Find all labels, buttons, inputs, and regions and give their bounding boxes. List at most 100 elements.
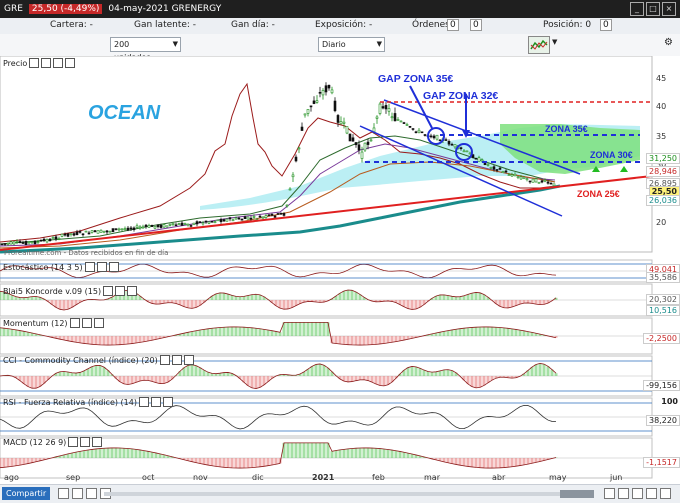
candle-body: [408, 125, 412, 128]
close-icon[interactable]: [162, 397, 173, 407]
close-icon[interactable]: [93, 318, 104, 328]
chevron-down-icon[interactable]: ▼: [552, 38, 557, 46]
settings-icon[interactable]: ⚙: [664, 37, 673, 48]
candle-body: [264, 215, 268, 218]
price-panel: 454035302520: [0, 56, 666, 254]
close-icon[interactable]: [183, 355, 194, 365]
maximize-icon[interactable]: □: [646, 2, 660, 16]
candle-body: [321, 90, 325, 96]
annotation-zona35: ZONA 35€: [545, 124, 588, 134]
candle-body: [141, 226, 145, 229]
candle-body: [273, 215, 277, 218]
candle-body: [375, 116, 379, 119]
close-icon[interactable]: [127, 286, 138, 296]
ordenes-count-a[interactable]: 0: [447, 19, 459, 31]
posicion-count-b[interactable]: 0: [600, 19, 612, 31]
candle-body: [444, 139, 448, 141]
settings-icon[interactable]: [646, 488, 657, 499]
panel-toggle-icon[interactable]: [80, 437, 91, 447]
candle-body: [51, 237, 55, 239]
panel-toggle-icon[interactable]: [81, 318, 92, 328]
close-icon[interactable]: [92, 437, 103, 447]
share-button[interactable]: Compartir: [2, 487, 51, 500]
candle-body: [75, 231, 79, 236]
indicator-title: Estocástico (14 3 5): [3, 262, 83, 272]
symbol-label[interactable]: GRE: [4, 4, 23, 14]
candle-body: [270, 214, 274, 216]
candle-body: [285, 204, 289, 207]
candle-body: [93, 230, 97, 233]
wrench-icon[interactable]: [138, 397, 149, 407]
candle-body: [249, 217, 253, 220]
candle-body: [309, 105, 313, 108]
candle-body: [117, 228, 121, 231]
bottom-bar: Compartir: [0, 484, 680, 503]
candle-body: [396, 119, 400, 121]
period-select[interactable]: Diario ▼: [318, 37, 385, 52]
wrench-icon[interactable]: [84, 262, 95, 272]
candle-body: [69, 233, 73, 235]
zoom-in-icon[interactable]: [618, 488, 629, 499]
candle-body: [60, 233, 64, 237]
candle-body: [423, 134, 427, 136]
candle-body: [477, 157, 481, 162]
chart-tool-icon[interactable]: [58, 488, 69, 499]
panel-toggle-icon[interactable]: [41, 58, 52, 68]
candle-body: [195, 221, 199, 225]
panel-toggle-icon[interactable]: [171, 355, 182, 365]
candle-body: [495, 169, 499, 171]
candle-body: [27, 241, 31, 244]
candle-body: [462, 150, 466, 153]
candle-body: [366, 141, 370, 145]
scrollbar-track[interactable]: [104, 492, 594, 496]
close-icon[interactable]: [108, 262, 119, 272]
wrench-icon[interactable]: [69, 318, 80, 328]
exposicion-label: Exposición: -: [315, 20, 373, 30]
candle-body: [393, 113, 397, 122]
candle-body: [339, 121, 343, 125]
indicator-title: Momentum (12): [3, 318, 68, 328]
candle-body: [87, 232, 91, 235]
chart-tool-icon[interactable]: [86, 488, 97, 499]
minimize-icon[interactable]: _: [630, 2, 644, 16]
candle-body: [108, 230, 112, 233]
candle-body: [390, 116, 394, 119]
panel-settings-icon[interactable]: [29, 58, 40, 68]
zoom-out-icon[interactable]: [604, 488, 615, 499]
panel-toggle-icon[interactable]: [96, 262, 107, 272]
candle-body: [405, 124, 409, 126]
candle-body: [162, 224, 166, 228]
candle-body: [216, 219, 220, 222]
fullscreen-icon[interactable]: [660, 488, 671, 499]
candle-body: [276, 213, 280, 215]
fit-icon[interactable]: [632, 488, 643, 499]
candle-body: [189, 225, 193, 227]
candle-body: [6, 242, 10, 245]
wrench-icon[interactable]: [68, 437, 79, 447]
candle-body: [66, 233, 70, 237]
x-tick-label: mar: [424, 473, 441, 482]
scrollbar-thumb[interactable]: [560, 490, 594, 498]
indicator-header-cci: CCI - Commodity Channel (índice) (20): [3, 355, 194, 365]
chart-style-button[interactable]: [528, 36, 550, 54]
wrench-icon[interactable]: [103, 286, 114, 296]
panel-toggle-icon[interactable]: [150, 397, 161, 407]
candle-body: [24, 241, 28, 245]
units-select[interactable]: 200 unidades ▼: [110, 37, 181, 62]
panel-add-icon[interactable]: [53, 58, 64, 68]
wrench-icon[interactable]: [159, 355, 170, 365]
candle-body: [384, 105, 388, 110]
panel-expand-icon[interactable]: [65, 58, 76, 68]
panel-toggle-icon[interactable]: [115, 286, 126, 296]
x-tick-label: jun: [609, 473, 622, 482]
candle-body: [510, 174, 514, 177]
ordenes-count-b[interactable]: 0: [470, 19, 482, 31]
candle-body: [246, 216, 250, 220]
chart-tool-icon[interactable]: [72, 488, 83, 499]
cci-value: -99,156: [643, 380, 680, 391]
candle-body: [147, 225, 151, 228]
candle-body: [192, 222, 196, 225]
indicator-header-momentum: Momentum (12): [3, 318, 104, 328]
candle-body: [234, 217, 238, 220]
close-icon[interactable]: ×: [662, 2, 676, 16]
